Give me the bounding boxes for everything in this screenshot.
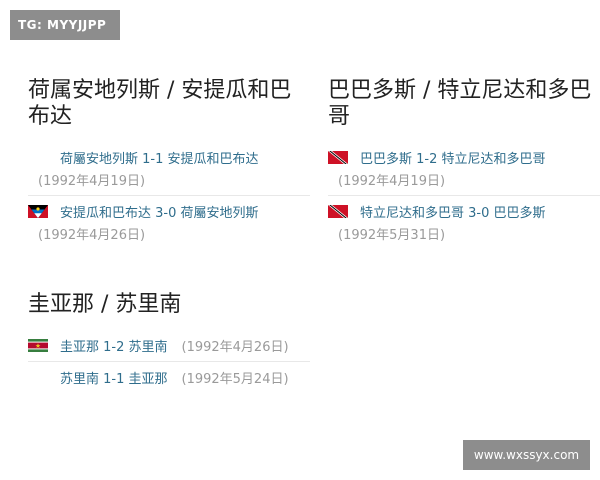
match-date: (1992年4月19日) (38, 174, 146, 189)
section-title: 荷属安地列斯 / 安提瓜和巴布达 (28, 78, 292, 129)
match-date: (1992年4月26日) (38, 228, 146, 243)
match-link[interactable]: 圭亚那 1-2 苏里南 (60, 336, 168, 355)
match-item: 圭亚那 1-2 苏里南 (1992年4月26日) (28, 330, 310, 362)
trinidad-flag-icon (328, 151, 348, 164)
match-link[interactable]: 安提瓜和巴布达 3-0 荷屬安地列斯 (60, 202, 259, 221)
watermark-top: TG: MYYJJPP (10, 10, 120, 40)
match-date: (1992年4月19日) (338, 174, 446, 189)
suriname-flag-icon (28, 339, 48, 352)
section-barbados-trinidad: 巴巴多斯 / 特立尼达和多巴哥 巴巴多斯 1-2 特立尼达和多巴哥 (1992年… (328, 78, 600, 249)
match-date: (1992年4月26日) (181, 340, 289, 355)
section-antilles-antigua: 荷属安地列斯 / 安提瓜和巴布达 荷屬安地列斯 1-1 安提瓜和巴布达 (199… (28, 78, 310, 249)
match-item: 安提瓜和巴布达 3-0 荷屬安地列斯 (1992年4月26日) (28, 196, 310, 249)
match-date: (1992年5月24日) (181, 372, 289, 387)
match-link[interactable]: 荷屬安地列斯 1-1 安提瓜和巴布达 (60, 148, 259, 167)
match-item: 荷屬安地列斯 1-1 安提瓜和巴布达 (1992年4月19日) (28, 142, 310, 196)
section-guyana-suriname: 圭亚那 / 苏里南 圭亚那 1-2 苏里南 (1992年4月26日) 苏里南 1… (28, 292, 310, 393)
match-link[interactable]: 苏里南 1-1 圭亚那 (60, 368, 168, 387)
match-date: (1992年5月31日) (338, 228, 446, 243)
section-title: 巴巴多斯 / 特立尼达和多巴哥 (328, 78, 592, 129)
match-item: 巴巴多斯 1-2 特立尼达和多巴哥 (1992年4月19日) (328, 142, 600, 196)
match-item: 特立尼达和多巴哥 3-0 巴巴多斯 (1992年5月31日) (328, 196, 600, 249)
match-link[interactable]: 特立尼达和多巴哥 3-0 巴巴多斯 (360, 202, 546, 221)
antigua-flag-icon (28, 205, 48, 218)
section-title: 圭亚那 / 苏里南 (28, 292, 182, 317)
trinidad-flag-icon (328, 205, 348, 218)
match-link[interactable]: 巴巴多斯 1-2 特立尼达和多巴哥 (360, 148, 546, 167)
watermark-bottom: www.wxssyx.com (463, 440, 590, 470)
match-item: 苏里南 1-1 圭亚那 (1992年5月24日) (28, 362, 310, 393)
